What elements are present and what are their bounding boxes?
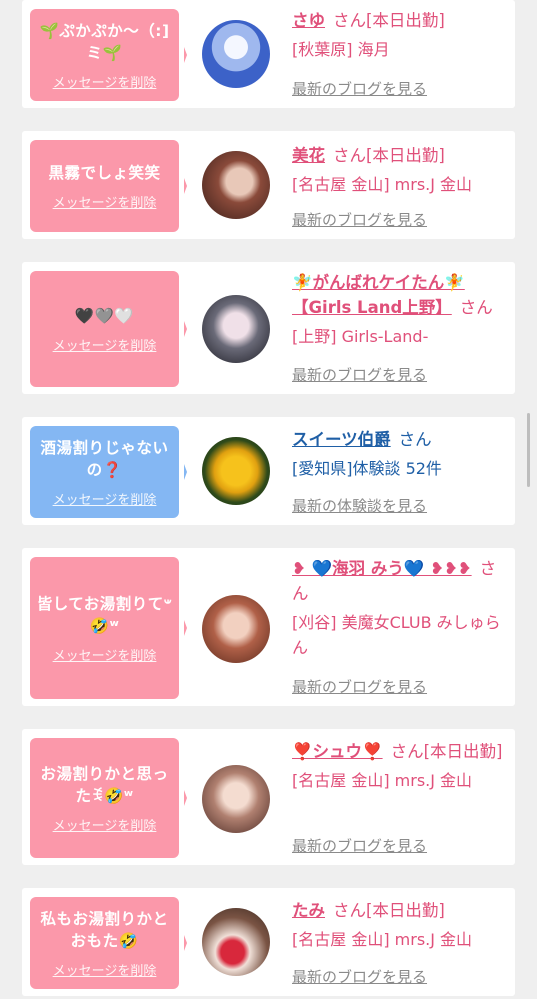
- name-suffix: さん[本日出勤]: [390, 742, 503, 761]
- latest-review-link[interactable]: 最新の体験談を見る: [292, 495, 427, 516]
- shop-info: [愛知県]体験談 52件: [292, 459, 442, 478]
- shop-info: [名古屋 金山] mrs.J 金山: [292, 175, 473, 194]
- message-card: 🖤🩶🤍 メッセージを削除 🧚がんばれケイたん🧚【Girls Land上野】 さん …: [22, 262, 515, 394]
- latest-blog-link[interactable]: 最新のブログを見る: [292, 835, 427, 856]
- profile-info: ❣️シュウ❣️ さん[本日出勤] [名古屋 金山] mrs.J 金山: [292, 739, 506, 793]
- avatar[interactable]: [202, 908, 270, 976]
- shop-info: [名古屋 金山] mrs.J 金山: [292, 771, 473, 790]
- scrollbar[interactable]: [527, 413, 530, 487]
- name-line: 🧚がんばれケイたん🧚【Girls Land上野】 さん: [292, 270, 506, 320]
- profile-info: たみ さん[本日出勤] [名古屋 金山] mrs.J 金山: [292, 898, 506, 952]
- message-card: 黒霧でしょ笑笑 メッセージを削除 美花 さん[本日出勤] [名古屋 金山] mrs…: [22, 131, 515, 239]
- latest-blog-link[interactable]: 最新のブログを見る: [292, 78, 427, 99]
- name-suffix: さん[本日出勤]: [333, 901, 445, 920]
- delete-message-link[interactable]: メッセージを削除: [53, 335, 157, 354]
- profile-name-link[interactable]: たみ: [292, 901, 325, 920]
- profile-info: さゆ さん[本日出勤] [秋葉原] 海月: [292, 8, 506, 62]
- message-card: 皆してお湯割りて𐤔🤣ʷ メッセージを削除 ❥ 💙海羽 みう💙 ❥❥❥ さん [刈谷…: [22, 548, 515, 706]
- message-card: お湯割りかと思ったꉂ🤣ʷ メッセージを削除 ❣️シュウ❣️ さん[本日出勤] [名…: [22, 729, 515, 865]
- message-text: 酒湯割りじゃないの❓: [40, 438, 169, 479]
- message-bubble: 黒霧でしょ笑笑 メッセージを削除: [30, 140, 187, 232]
- name-line: ❣️シュウ❣️ さん[本日出勤]: [292, 739, 506, 764]
- profile-info: ❥ 💙海羽 みう💙 ❥❥❥ さん [刈谷] 美魔女CLUB みしゅらん: [292, 556, 506, 660]
- name-suffix: さん: [459, 298, 493, 317]
- name-suffix: さん[本日出勤]: [333, 146, 445, 165]
- latest-blog-link[interactable]: 最新のブログを見る: [292, 209, 427, 230]
- message-card: 🌱ぷかぷか〜（:]ミ🌱 メッセージを削除 さゆ さん[本日出勤] [秋葉原] 海月…: [22, 0, 515, 108]
- message-bubble: 🖤🩶🤍 メッセージを削除: [30, 271, 187, 387]
- shop-info: [上野] Girls-Land-: [292, 327, 429, 346]
- latest-blog-link[interactable]: 最新のブログを見る: [292, 966, 427, 987]
- profile-name-link[interactable]: ❥ 💙海羽 みう💙 ❥❥❥: [292, 559, 472, 578]
- delete-message-link[interactable]: メッセージを削除: [53, 645, 157, 664]
- avatar[interactable]: [202, 437, 270, 505]
- avatar[interactable]: [202, 295, 270, 363]
- profile-name-link[interactable]: 美花: [292, 146, 325, 165]
- name-line: スイーツ伯爵 さん: [292, 427, 506, 452]
- profile-info: スイーツ伯爵 さん [愛知県]体験談 52件: [292, 427, 506, 481]
- message-text: お湯割りかと思ったꉂ🤣ʷ: [40, 764, 169, 805]
- message-bubble: お湯割りかと思ったꉂ🤣ʷ メッセージを削除: [30, 738, 187, 858]
- profile-name-link[interactable]: スイーツ伯爵: [292, 430, 391, 449]
- name-suffix: さん[本日出勤]: [333, 11, 445, 30]
- latest-blog-link[interactable]: 最新のブログを見る: [292, 676, 427, 697]
- avatar[interactable]: [202, 765, 270, 833]
- message-text: 皆してお湯割りて𐤔🤣ʷ: [36, 594, 173, 635]
- delete-message-link[interactable]: メッセージを削除: [53, 815, 157, 834]
- shop-info: [秋葉原] 海月: [292, 40, 390, 59]
- message-card: 私もお湯割りかとおもた🤣 メッセージを削除 たみ さん[本日出勤] [名古屋 金山…: [22, 888, 515, 996]
- message-text: 私もお湯割りかとおもた🤣: [40, 909, 169, 950]
- message-bubble: 私もお湯割りかとおもた🤣 メッセージを削除: [30, 897, 187, 989]
- profile-name-link[interactable]: 🧚がんばれケイたん🧚【Girls Land上野】: [292, 273, 465, 317]
- message-text: 🖤🩶🤍: [74, 306, 135, 325]
- message-text: 黒霧でしょ笑笑: [48, 163, 161, 182]
- shop-info: [刈谷] 美魔女CLUB みしゅらん: [292, 613, 501, 657]
- profile-info: 🧚がんばれケイたん🧚【Girls Land上野】 さん [上野] Girls-La…: [292, 270, 506, 349]
- profile-name-link[interactable]: さゆ: [292, 11, 325, 30]
- name-line: 美花 さん[本日出勤]: [292, 143, 506, 168]
- message-bubble: 皆してお湯割りて𐤔🤣ʷ メッセージを削除: [30, 557, 187, 699]
- avatar[interactable]: [202, 595, 270, 663]
- delete-message-link[interactable]: メッセージを削除: [53, 489, 157, 508]
- delete-message-link[interactable]: メッセージを削除: [53, 72, 157, 91]
- avatar[interactable]: [202, 20, 270, 88]
- name-line: たみ さん[本日出勤]: [292, 898, 506, 923]
- name-suffix: さん: [398, 430, 432, 449]
- latest-blog-link[interactable]: 最新のブログを見る: [292, 364, 427, 385]
- name-line: ❥ 💙海羽 みう💙 ❥❥❥ さん: [292, 556, 506, 606]
- delete-message-link[interactable]: メッセージを削除: [53, 960, 157, 979]
- shop-info: [名古屋 金山] mrs.J 金山: [292, 930, 473, 949]
- profile-name-link[interactable]: ❣️シュウ❣️: [292, 742, 383, 761]
- message-card: 酒湯割りじゃないの❓ メッセージを削除 スイーツ伯爵 さん [愛知県]体験談 52…: [22, 417, 515, 525]
- avatar[interactable]: [202, 151, 270, 219]
- message-bubble: 🌱ぷかぷか〜（:]ミ🌱 メッセージを削除: [30, 9, 187, 101]
- message-text: 🌱ぷかぷか〜（:]ミ🌱: [39, 21, 170, 62]
- profile-info: 美花 さん[本日出勤] [名古屋 金山] mrs.J 金山: [292, 143, 506, 197]
- message-bubble: 酒湯割りじゃないの❓ メッセージを削除: [30, 426, 187, 518]
- name-line: さゆ さん[本日出勤]: [292, 8, 506, 33]
- delete-message-link[interactable]: メッセージを削除: [53, 192, 157, 211]
